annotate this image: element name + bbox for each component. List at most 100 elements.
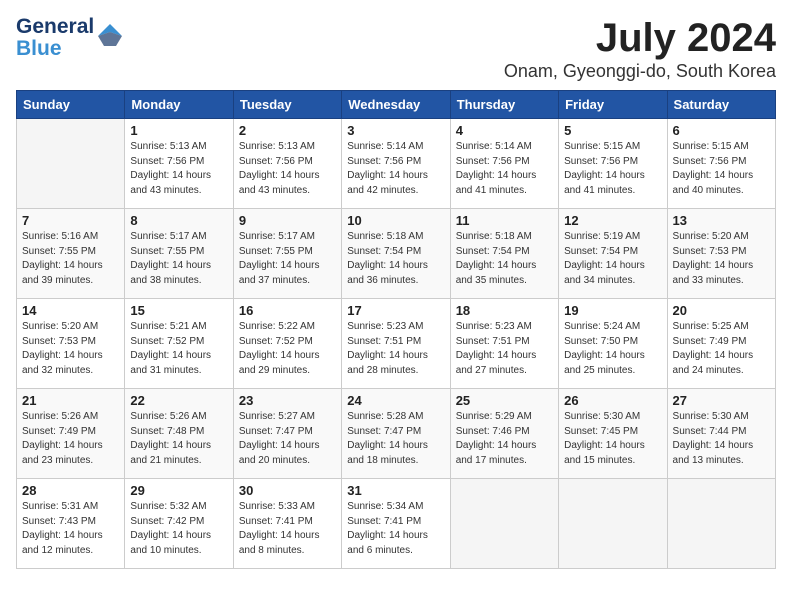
calendar-cell: 21 Sunrise: 5:26 AM Sunset: 7:49 PM Dayli… (17, 389, 125, 479)
calendar-week-row: 14Sunrise: 5:20 AM Sunset: 7:53 PM Dayli… (17, 299, 776, 389)
weekday-header: Friday (559, 91, 667, 119)
day-info: Sunrise: 5:15 AM Sunset: 7:56 PM Dayligh… (673, 140, 770, 198)
logo-blue: Blue (16, 38, 94, 60)
weekday-header: Monday (125, 91, 233, 119)
day-number: 2 (239, 123, 336, 138)
day-number: 31 (347, 483, 444, 498)
weekday-header: Saturday (667, 91, 775, 119)
header-row: SundayMondayTuesdayWednesdayThursdayFrid… (17, 91, 776, 119)
day-info: Sunrise: 5:13 AM Sunset: 7:56 PM Dayligh… (130, 140, 227, 198)
day-info: Sunrise: 5:30 AM Sunset: 7:45 PM Dayligh… (564, 410, 661, 468)
day-number: 12 (564, 213, 661, 228)
calendar-cell (450, 479, 558, 569)
day-info: Sunrise: 5:15 AM Sunset: 7:56 PM Dayligh… (564, 140, 661, 198)
day-info: Sunrise: 5:29 AM Sunset: 7:46 PM Dayligh… (456, 410, 553, 468)
day-number: 19 (564, 303, 661, 318)
calendar-cell: 29Sunrise: 5:32 AM Sunset: 7:42 PM Dayli… (125, 479, 233, 569)
day-info: Sunrise: 5:31 AM Sunset: 7:43 PM Dayligh… (22, 500, 119, 558)
calendar-cell: 13Sunrise: 5:20 AM Sunset: 7:53 PM Dayli… (667, 209, 775, 299)
day-number: 28 (22, 483, 119, 498)
day-number: 15 (130, 303, 227, 318)
calendar-week-row: 1 Sunrise: 5:13 AM Sunset: 7:56 PM Daylig… (17, 119, 776, 209)
day-number: 30 (239, 483, 336, 498)
weekday-header: Thursday (450, 91, 558, 119)
day-number: 4 (456, 123, 553, 138)
month-title: July 2024 (504, 16, 776, 61)
calendar-cell: 12 Sunrise: 5:19 AM Sunset: 7:54 PM Dayli… (559, 209, 667, 299)
calendar-week-row: 28 Sunrise: 5:31 AM Sunset: 7:43 PM Dayli… (17, 479, 776, 569)
day-number: 23 (239, 393, 336, 408)
day-info: Sunrise: 5:28 AM Sunset: 7:47 PM Dayligh… (347, 410, 444, 468)
calendar-cell: 19 Sunrise: 5:24 AM Sunset: 7:50 PM Dayli… (559, 299, 667, 389)
day-number: 11 (456, 213, 553, 228)
day-info: Sunrise: 5:33 AM Sunset: 7:41 PM Dayligh… (239, 500, 336, 558)
calendar-cell: 2 Sunrise: 5:13 AM Sunset: 7:56 PM Daylig… (233, 119, 341, 209)
day-info: Sunrise: 5:17 AM Sunset: 7:55 PM Dayligh… (239, 230, 336, 288)
day-info: Sunrise: 5:21 AM Sunset: 7:52 PM Dayligh… (130, 320, 227, 378)
day-number: 25 (456, 393, 553, 408)
day-info: Sunrise: 5:22 AM Sunset: 7:52 PM Dayligh… (239, 320, 336, 378)
calendar-week-row: 21 Sunrise: 5:26 AM Sunset: 7:49 PM Dayli… (17, 389, 776, 479)
day-number: 20 (673, 303, 770, 318)
calendar-cell: 24 Sunrise: 5:28 AM Sunset: 7:47 PM Dayli… (342, 389, 450, 479)
weekday-header: Sunday (17, 91, 125, 119)
header: General Blue July 2024 Onam, Gyeonggi-do… (16, 16, 776, 82)
calendar-cell: 18 Sunrise: 5:23 AM Sunset: 7:51 PM Dayli… (450, 299, 558, 389)
calendar-cell: 27Sunrise: 5:30 AM Sunset: 7:44 PM Dayli… (667, 389, 775, 479)
day-number: 14 (22, 303, 119, 318)
day-number: 22 (130, 393, 227, 408)
day-number: 9 (239, 213, 336, 228)
day-number: 21 (22, 393, 119, 408)
day-number: 10 (347, 213, 444, 228)
day-info: Sunrise: 5:26 AM Sunset: 7:48 PM Dayligh… (130, 410, 227, 468)
day-info: Sunrise: 5:14 AM Sunset: 7:56 PM Dayligh… (347, 140, 444, 198)
title-area: July 2024 Onam, Gyeonggi-do, South Korea (504, 16, 776, 82)
day-number: 24 (347, 393, 444, 408)
day-info: Sunrise: 5:23 AM Sunset: 7:51 PM Dayligh… (456, 320, 553, 378)
calendar-cell: 23 Sunrise: 5:27 AM Sunset: 7:47 PM Dayli… (233, 389, 341, 479)
day-number: 3 (347, 123, 444, 138)
day-number: 7 (22, 213, 119, 228)
logo-icon (96, 22, 124, 50)
calendar-cell: 26Sunrise: 5:30 AM Sunset: 7:45 PM Dayli… (559, 389, 667, 479)
calendar-table: SundayMondayTuesdayWednesdayThursdayFrid… (16, 90, 776, 569)
calendar-cell: 31Sunrise: 5:34 AM Sunset: 7:41 PM Dayli… (342, 479, 450, 569)
calendar-cell: 25 Sunrise: 5:29 AM Sunset: 7:46 PM Dayli… (450, 389, 558, 479)
calendar-cell: 4Sunrise: 5:14 AM Sunset: 7:56 PM Daylig… (450, 119, 558, 209)
day-info: Sunrise: 5:13 AM Sunset: 7:56 PM Dayligh… (239, 140, 336, 198)
calendar-cell: 3 Sunrise: 5:14 AM Sunset: 7:56 PM Daylig… (342, 119, 450, 209)
weekday-header: Wednesday (342, 91, 450, 119)
day-info: Sunrise: 5:23 AM Sunset: 7:51 PM Dayligh… (347, 320, 444, 378)
calendar-cell: 7Sunrise: 5:16 AM Sunset: 7:55 PM Daylig… (17, 209, 125, 299)
day-info: Sunrise: 5:27 AM Sunset: 7:47 PM Dayligh… (239, 410, 336, 468)
calendar-cell: 9 Sunrise: 5:17 AM Sunset: 7:55 PM Daylig… (233, 209, 341, 299)
calendar-cell: 15 Sunrise: 5:21 AM Sunset: 7:52 PM Dayli… (125, 299, 233, 389)
day-info: Sunrise: 5:30 AM Sunset: 7:44 PM Dayligh… (673, 410, 770, 468)
day-info: Sunrise: 5:18 AM Sunset: 7:54 PM Dayligh… (347, 230, 444, 288)
day-number: 8 (130, 213, 227, 228)
calendar-week-row: 7Sunrise: 5:16 AM Sunset: 7:55 PM Daylig… (17, 209, 776, 299)
day-info: Sunrise: 5:17 AM Sunset: 7:55 PM Dayligh… (130, 230, 227, 288)
weekday-header: Tuesday (233, 91, 341, 119)
day-info: Sunrise: 5:20 AM Sunset: 7:53 PM Dayligh… (673, 230, 770, 288)
calendar-cell: 20 Sunrise: 5:25 AM Sunset: 7:49 PM Dayli… (667, 299, 775, 389)
calendar-cell: 8 Sunrise: 5:17 AM Sunset: 7:55 PM Daylig… (125, 209, 233, 299)
day-number: 16 (239, 303, 336, 318)
day-info: Sunrise: 5:24 AM Sunset: 7:50 PM Dayligh… (564, 320, 661, 378)
calendar-cell (559, 479, 667, 569)
day-info: Sunrise: 5:19 AM Sunset: 7:54 PM Dayligh… (564, 230, 661, 288)
day-number: 5 (564, 123, 661, 138)
day-info: Sunrise: 5:25 AM Sunset: 7:49 PM Dayligh… (673, 320, 770, 378)
calendar-cell: 16 Sunrise: 5:22 AM Sunset: 7:52 PM Dayli… (233, 299, 341, 389)
day-info: Sunrise: 5:18 AM Sunset: 7:54 PM Dayligh… (456, 230, 553, 288)
day-number: 1 (130, 123, 227, 138)
day-number: 18 (456, 303, 553, 318)
calendar-cell: 11 Sunrise: 5:18 AM Sunset: 7:54 PM Dayli… (450, 209, 558, 299)
calendar-cell: 14Sunrise: 5:20 AM Sunset: 7:53 PM Dayli… (17, 299, 125, 389)
logo-general: General (16, 16, 94, 38)
day-info: Sunrise: 5:26 AM Sunset: 7:49 PM Dayligh… (22, 410, 119, 468)
calendar-cell: 5 Sunrise: 5:15 AM Sunset: 7:56 PM Daylig… (559, 119, 667, 209)
calendar-cell: 1 Sunrise: 5:13 AM Sunset: 7:56 PM Daylig… (125, 119, 233, 209)
calendar-cell: 6Sunrise: 5:15 AM Sunset: 7:56 PM Daylig… (667, 119, 775, 209)
day-number: 29 (130, 483, 227, 498)
